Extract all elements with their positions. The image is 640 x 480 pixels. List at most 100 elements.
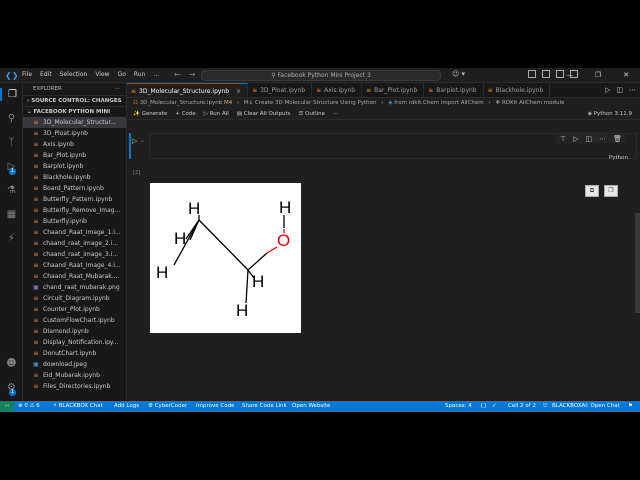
file-item[interactable]: ≡ chaand_raat_image_2.i... xyxy=(23,238,126,249)
source-control-icon[interactable]: ᛉ xyxy=(5,136,18,149)
outline-button[interactable]: ☰ Outline xyxy=(298,109,325,119)
file-item[interactable]: ≡ 3D_Molecular_Structur... xyxy=(23,117,126,128)
menu-view[interactable]: View xyxy=(95,71,109,78)
command-center[interactable]: ⚲ Facebook Python Mini Project 3 xyxy=(201,70,441,81)
account-icon[interactable]: ☻ xyxy=(5,357,18,370)
tab-0[interactable]: ≡ 3D_Molecular_Structure.ipynb × xyxy=(127,83,249,98)
close-icon[interactable]: ✕ xyxy=(612,68,640,83)
nav-arrows[interactable]: ←→ xyxy=(174,70,203,79)
notebook-tab-icon: ≡ xyxy=(428,87,434,94)
breadcrumb-symbol[interactable]: RDKit AllChem module xyxy=(502,100,564,106)
file-item[interactable]: ≡ Files_Directories.ipynb xyxy=(23,381,126,392)
editor-scrollbar[interactable] xyxy=(635,213,640,313)
explorer-icon[interactable]: ❐ xyxy=(0,88,23,101)
save-image-icon[interactable]: ❐ xyxy=(604,185,618,197)
add-code-button[interactable]: + Code xyxy=(175,109,195,119)
tab-4[interactable]: ≡ Barplot.ipynb xyxy=(424,83,484,97)
breadcrumb-section[interactable]: Create 3D Molecular Structure Using Pyth… xyxy=(255,100,377,106)
file-item[interactable]: ≡ Axis.ipynb xyxy=(23,139,126,150)
run-file-icon[interactable]: ▷ xyxy=(605,86,610,94)
blackbox-icon[interactable]: ⚡ xyxy=(5,232,18,245)
folder-section[interactable]: ⌄ FACEBOOK PYTHON MINI PROJE... xyxy=(23,106,126,126)
file-item[interactable]: ≡ Butterfly_Pattern.ipynb xyxy=(23,194,126,205)
copy-output-icon[interactable]: ⧉ xyxy=(585,185,599,197)
menu-go[interactable]: Go xyxy=(118,71,126,78)
braces-icon[interactable]: {} xyxy=(480,401,487,412)
run-options-chevron-icon[interactable]: ⌄ xyxy=(140,137,145,144)
file-item[interactable]: ≡ Diamond.ipynb xyxy=(23,326,126,337)
file-item[interactable]: ≡ Eid_Mubarak.ipynb xyxy=(23,370,126,381)
file-item[interactable]: ≡ Bar_Plot.ipynb xyxy=(23,150,126,161)
tab-3[interactable]: ≡ Bar_Plot.ipynb xyxy=(362,83,425,97)
file-item[interactable]: ≡ Counter_Plot.ipynb xyxy=(23,304,126,315)
close-tab-icon[interactable]: × xyxy=(236,84,241,98)
more-actions-icon[interactable]: ⋯ xyxy=(115,83,121,95)
menu-edit[interactable]: Edit xyxy=(40,71,52,78)
open-website-button[interactable]: Open Website xyxy=(292,401,330,412)
file-item[interactable]: ≡ Chaand_Raat_Image_1.i... xyxy=(23,227,126,238)
file-item[interactable]: ≡ Barplot.ipynb xyxy=(23,161,126,172)
bell-icon[interactable]: ⎋ xyxy=(543,401,547,412)
file-item[interactable]: ≡ CustomFlowChart.ipynb xyxy=(23,315,126,326)
improve-code-button[interactable]: Improve Code xyxy=(196,401,234,412)
remote-icon[interactable]: ›‹ xyxy=(0,401,14,412)
file-item[interactable]: ≡ Board_Pattern.ipynb xyxy=(23,183,126,194)
file-item[interactable]: ≡ 3D_Ploat.ipynb xyxy=(23,128,126,139)
search-icon[interactable]: ⚲ xyxy=(5,112,18,125)
extensions-icon[interactable]: ▦ xyxy=(5,208,18,221)
blackbox-chat-button[interactable]: ⚡ BLACKBOX Chat xyxy=(53,401,103,412)
kernel-picker[interactable]: ◈ Python 3.11.9 xyxy=(588,109,632,120)
clear-outputs-button[interactable]: ▤ Clear All Outputs xyxy=(237,109,291,119)
execute-below-icon[interactable]: ▷ xyxy=(573,135,578,143)
settings-gear-icon[interactable]: ⚙ 1 xyxy=(5,381,18,396)
file-item[interactable]: ≡ Butterfly.ipynb xyxy=(23,216,126,227)
run-cell-icon[interactable]: ▷ xyxy=(132,137,137,145)
problems-indicator[interactable]: ⊗ 0 ⚠ 6 xyxy=(18,401,40,412)
share-code-button[interactable]: Share Code Link xyxy=(242,401,287,412)
tab-2[interactable]: ≡ Axis.ipynb xyxy=(312,83,363,97)
breadcrumb-code[interactable]: from rdkit.Chem import AllChem xyxy=(394,100,483,106)
more-toolbar-icon[interactable]: ⋯ xyxy=(333,109,339,119)
blackboxai-button[interactable]: BLACKBOXAI: Open Chat xyxy=(552,401,620,412)
copilot-icon[interactable]: ☺ ▾ xyxy=(452,70,465,78)
indentation-indicator[interactable]: Spaces: 4 xyxy=(445,401,472,412)
toggle-panel-icon[interactable] xyxy=(542,70,550,78)
split-editor-icon[interactable]: ◫ xyxy=(616,86,623,94)
split-cell-icon[interactable]: ◫ xyxy=(585,135,592,143)
file-item[interactable]: ▣ chand_raat_mubarak.png xyxy=(23,282,126,293)
file-item[interactable]: ≡ Display_Notification.ipy... xyxy=(23,337,126,348)
run-all-button[interactable]: ▷ Run All xyxy=(204,109,229,119)
toggle-sidebar-icon[interactable] xyxy=(528,70,536,78)
check-icon[interactable]: ✓ xyxy=(492,401,497,412)
source-control-section[interactable]: › SOURCE CONTROL: CHANGES ⋯ xyxy=(23,95,126,106)
file-item[interactable]: ≡ Butterfly_Remove_Imag... xyxy=(23,205,126,216)
add-logs-button[interactable]: Add Logs xyxy=(114,401,139,412)
menu-file[interactable]: File xyxy=(22,71,32,78)
file-item[interactable]: ≡ DonutChart.ipynb xyxy=(23,348,126,359)
notifications-icon[interactable]: ⚑ xyxy=(628,401,633,412)
file-item[interactable]: ≡ Circuit_Diagram.ipynb xyxy=(23,293,126,304)
menu-selection[interactable]: Selection xyxy=(60,71,88,78)
breadcrumb-file[interactable]: 3D_Molecular_Structure.ipynb xyxy=(140,100,223,106)
minimize-icon[interactable]: — xyxy=(556,68,584,83)
menu-run[interactable]: Run xyxy=(134,71,146,78)
run-debug-icon[interactable]: ▷ 1 xyxy=(5,160,18,175)
file-item[interactable]: ≡ Chaand_Raat_Mubarak.... xyxy=(23,271,126,282)
cell-language[interactable]: Python xyxy=(609,155,628,161)
more-cell-icon[interactable]: ⋯ xyxy=(599,135,606,143)
file-item[interactable]: ≡ Blackhole.ipynb xyxy=(23,172,126,183)
cybercoder-button[interactable]: ⚙ CyberCoder xyxy=(148,401,187,412)
tab-1[interactable]: ≡ 3D_Ploat.ipynb xyxy=(248,83,313,97)
restore-icon[interactable]: ❐ xyxy=(584,68,612,83)
delete-cell-icon[interactable]: 🗑 xyxy=(613,135,622,143)
file-item[interactable]: ▣ download.jpeg xyxy=(23,359,126,370)
more-icon[interactable]: ⋯ xyxy=(629,86,636,94)
execute-above-icon[interactable]: ⊤ xyxy=(560,135,566,143)
file-item[interactable]: ≡ chaand_raat_image_3.i... xyxy=(23,249,126,260)
testing-icon[interactable]: ⚗ xyxy=(5,184,18,197)
cell-position[interactable]: Cell 2 of 2 xyxy=(508,401,536,412)
file-item[interactable]: ≡ Chaand_Raat_Image_4.i... xyxy=(23,260,126,271)
menu-more[interactable]: ... xyxy=(153,71,159,78)
tab-5[interactable]: ≡ Blackhole.ipynb xyxy=(484,83,551,97)
generate-button[interactable]: ✨ Generate xyxy=(133,109,167,119)
